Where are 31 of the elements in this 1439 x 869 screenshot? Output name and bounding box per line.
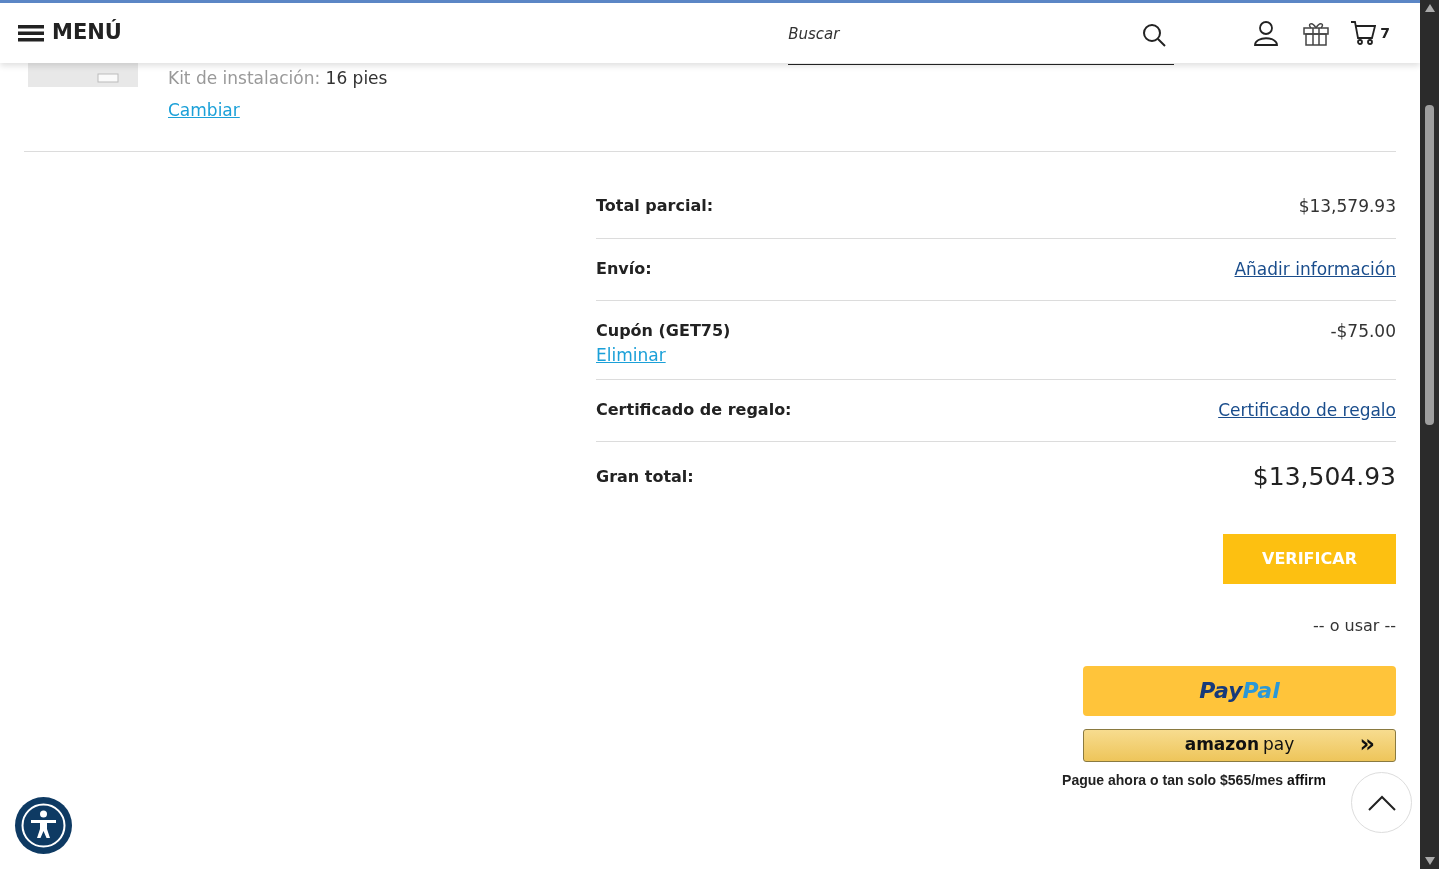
summary-link[interactable]: Añadir información bbox=[1234, 256, 1396, 282]
cart-icon[interactable] bbox=[1350, 20, 1377, 46]
summary-label: Envío: bbox=[596, 257, 652, 280]
summary-label: Total parcial: bbox=[596, 195, 714, 217]
affirm-text: Pague ahora o tan solo $565/mes bbox=[1062, 770, 1284, 790]
summary-label: Certificado de regalo: bbox=[596, 398, 792, 421]
scroll-down-icon[interactable] bbox=[1424, 857, 1435, 865]
summary-value: -$75.00 bbox=[1330, 320, 1396, 343]
option-value: 16 pies bbox=[325, 68, 388, 88]
paypal-button[interactable]: PayPal bbox=[1083, 665, 1396, 716]
chevron-up-icon bbox=[1367, 794, 1396, 811]
accessibility-button[interactable] bbox=[15, 797, 72, 854]
affirm-logo: affirm bbox=[1287, 770, 1326, 790]
search-icon[interactable] bbox=[1142, 22, 1167, 47]
gift-icon[interactable] bbox=[1303, 20, 1330, 46]
user-icon[interactable] bbox=[1254, 20, 1279, 46]
option-label: Kit de instalación: bbox=[168, 68, 321, 88]
scrollbar-thumb[interactable] bbox=[1425, 104, 1434, 425]
amazon-pay-button[interactable]: amazon pay » bbox=[1083, 728, 1396, 762]
grand-total-value: $13,504.93 bbox=[1252, 461, 1396, 493]
search-field[interactable]: Buscar bbox=[788, 4, 1175, 65]
summary-link[interactable]: Certificado de regalo bbox=[1218, 397, 1396, 423]
menu-icon bbox=[18, 23, 44, 43]
summary-label: Gran total: bbox=[596, 465, 694, 488]
summary-value: $13,579.93 bbox=[1298, 195, 1396, 218]
accessibility-icon bbox=[20, 802, 67, 849]
cart-count: 7 bbox=[1380, 23, 1390, 43]
scroll-up-icon[interactable] bbox=[1424, 4, 1435, 12]
separator-text: -- o usar -- bbox=[1313, 614, 1396, 637]
menu-button[interactable]: MENÚ bbox=[18, 17, 122, 49]
summary-label: Cupón (GET75) bbox=[596, 320, 731, 342]
